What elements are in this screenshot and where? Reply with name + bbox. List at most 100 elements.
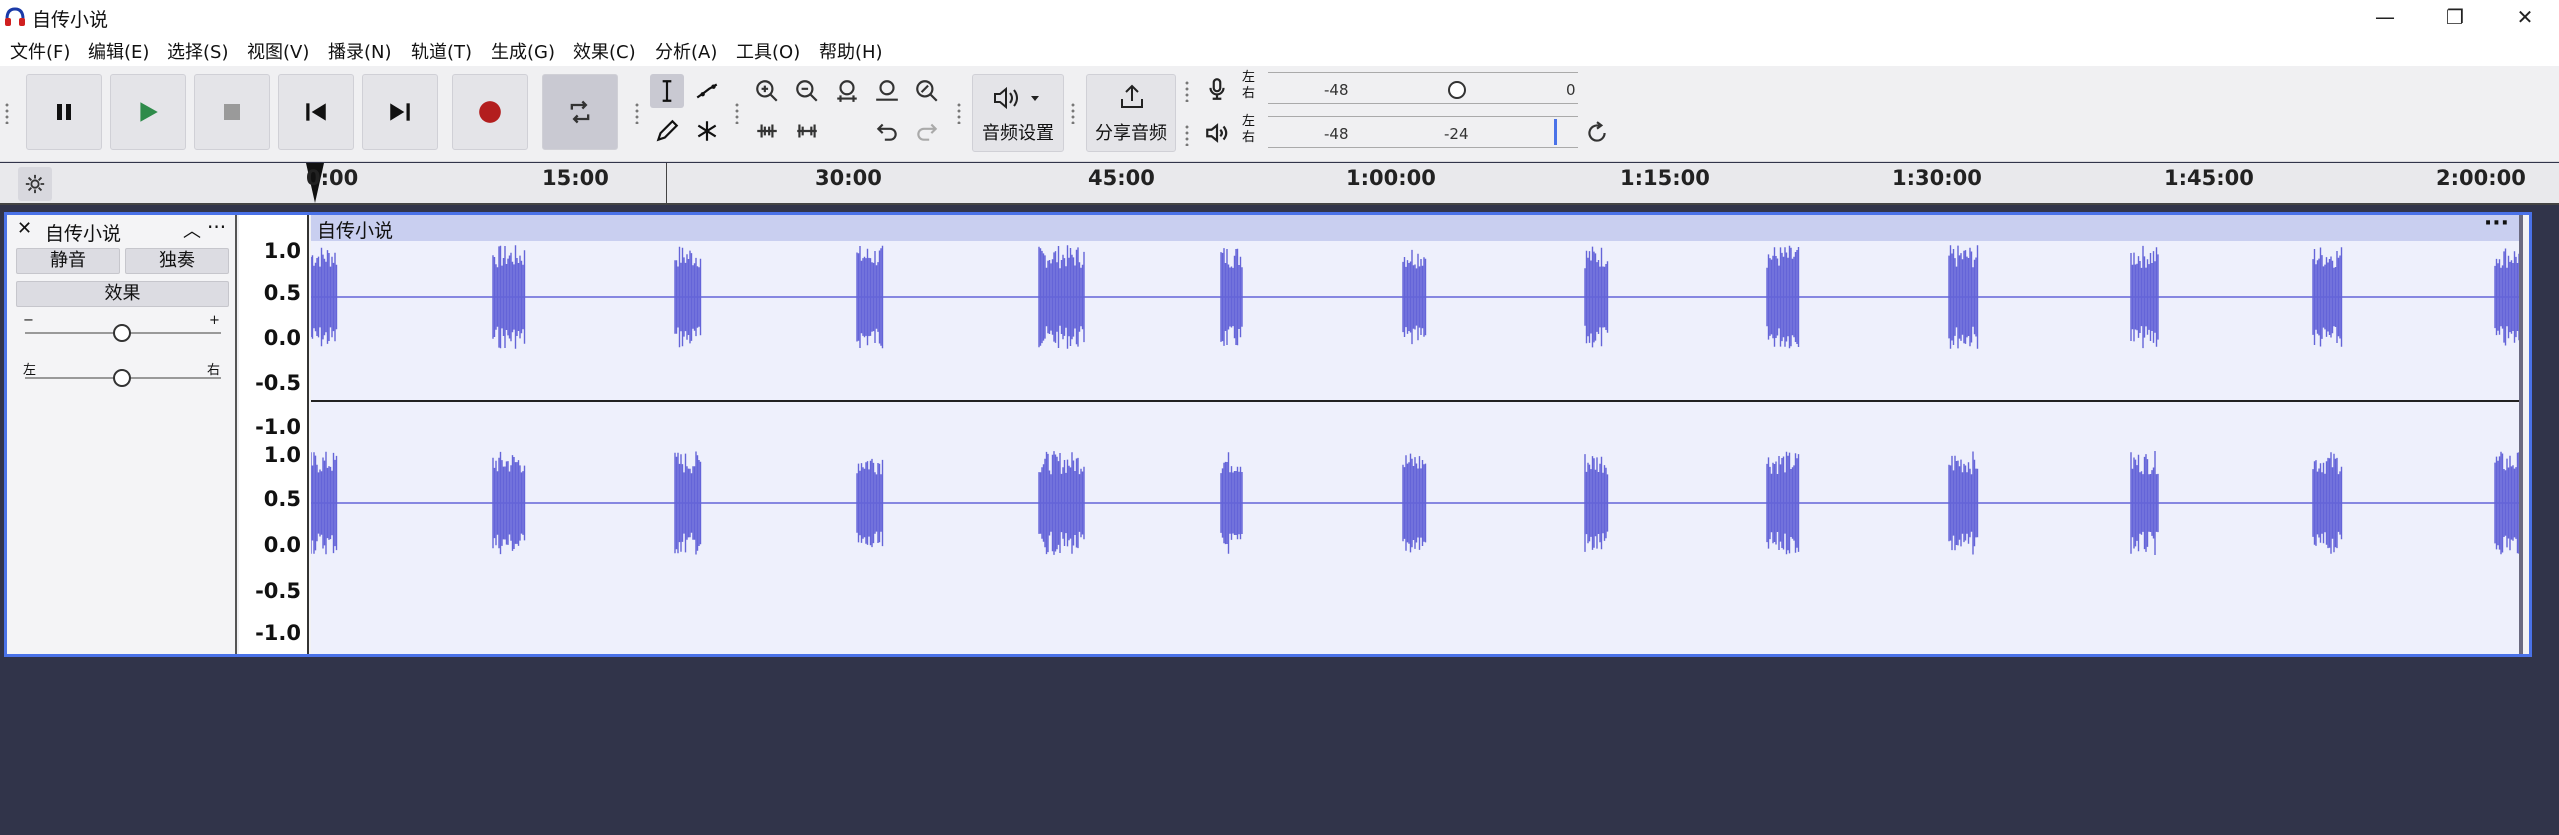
ruler-label: 45:00 xyxy=(1088,166,1155,190)
microphone-icon xyxy=(1209,78,1225,100)
ruler-label: 1:00:00 xyxy=(1346,166,1436,190)
ruler-label: 2:00:00 xyxy=(2436,166,2526,190)
redo-icon xyxy=(917,123,938,141)
menu-help[interactable]: 帮助(H) xyxy=(819,38,883,64)
menu-transport[interactable]: 播录(N) xyxy=(328,38,392,64)
audacity-app-icon xyxy=(5,7,25,26)
play-icon xyxy=(140,102,158,122)
ruler-label: 15:00 xyxy=(542,166,609,190)
left-channel-label: 左 xyxy=(1242,70,1256,85)
waveform-burst xyxy=(2494,248,2519,346)
gain-slider[interactable] xyxy=(25,324,221,342)
menu-tools[interactable]: 工具(O) xyxy=(736,38,800,64)
fit-selection-button[interactable] xyxy=(830,74,864,108)
toolbar-grip[interactable] xyxy=(4,102,10,124)
undo-button[interactable] xyxy=(870,114,904,148)
restore-icon[interactable]: ❐ xyxy=(2420,0,2490,34)
menu-effect[interactable]: 效果(C) xyxy=(573,38,636,64)
record-meter-button[interactable] xyxy=(1200,72,1234,106)
window-title: 自传小说 xyxy=(32,9,109,31)
effects-button[interactable]: 效果 xyxy=(16,281,229,307)
zoom-out-icon xyxy=(796,80,818,102)
menu-file[interactable]: 文件(F) xyxy=(10,38,70,64)
solo-button[interactable]: 独奏 xyxy=(125,248,229,274)
fit-project-button[interactable] xyxy=(870,74,904,108)
audio-setup-label: 音频设置 xyxy=(982,123,1054,144)
clip-menu-icon[interactable]: ··· xyxy=(2484,211,2509,236)
menu-analyze[interactable]: 分析(A) xyxy=(655,38,717,64)
zoom-out-button[interactable] xyxy=(790,74,824,108)
toolbar-grip[interactable] xyxy=(1070,102,1076,124)
audio-setup-button[interactable]: 音频设置 xyxy=(972,74,1064,152)
play-meter-button[interactable] xyxy=(1200,116,1234,150)
meter-options-button[interactable] xyxy=(1580,116,1614,150)
right-channel-label: 右 xyxy=(1242,130,1256,145)
record-icon xyxy=(479,101,501,123)
menu-tracks[interactable]: 轨道(T) xyxy=(411,38,472,64)
clip-name: 自传小说 xyxy=(317,220,394,242)
track-name[interactable]: 自传小说 xyxy=(45,219,121,246)
vertical-scrollbar[interactable] xyxy=(2536,212,2555,657)
pause-icon xyxy=(57,104,71,120)
audio-track[interactable]: ✕ 自传小说 ︿ ··· 静音 独奏 效果 − + 左 右 1.0 0.5 0.… xyxy=(4,211,2532,657)
toolbar-grip[interactable] xyxy=(634,102,640,124)
play-button[interactable] xyxy=(110,74,186,150)
envelope-tool[interactable] xyxy=(690,74,724,108)
record-meter[interactable]: 左右 -48 0 xyxy=(1242,70,1587,106)
meter-slider-knob[interactable] xyxy=(1446,79,1468,101)
gain-minus-label: − xyxy=(23,313,34,328)
close-track-icon[interactable]: ✕ xyxy=(17,218,32,239)
waveform-burst xyxy=(2494,451,2519,555)
skip-to-start-button[interactable] xyxy=(278,74,354,150)
close-icon[interactable]: ✕ xyxy=(2490,0,2559,34)
zoom-selection-icon xyxy=(837,80,857,102)
draw-tool[interactable] xyxy=(650,114,684,148)
scale-label: -1.0 xyxy=(255,415,301,439)
text-cursor-icon xyxy=(662,80,672,102)
playback-meter[interactable]: 左右 -48 -24 xyxy=(1242,114,1587,150)
track-control-panel[interactable]: ✕ 自传小说 ︿ ··· 静音 独奏 效果 − + 左 右 xyxy=(7,215,237,654)
track-menu-icon[interactable]: ··· xyxy=(207,215,226,239)
pause-button[interactable] xyxy=(26,74,102,150)
asterisk-icon xyxy=(697,121,717,141)
menu-edit[interactable]: 编辑(E) xyxy=(88,38,149,64)
timeline-options-button[interactable] xyxy=(18,167,52,201)
toolbar-grip[interactable] xyxy=(734,102,740,124)
zoom-toggle-button[interactable] xyxy=(910,74,944,108)
skip-to-end-button[interactable] xyxy=(362,74,438,150)
selection-tool[interactable] xyxy=(650,74,684,108)
loop-button[interactable] xyxy=(542,74,618,150)
share-audio-button[interactable]: 分享音频 xyxy=(1086,74,1176,152)
zoom-in-button[interactable] xyxy=(750,74,784,108)
minimize-icon[interactable]: — xyxy=(2350,0,2420,34)
menu-view[interactable]: 视图(V) xyxy=(247,38,309,64)
ruler-divider xyxy=(666,163,667,203)
pan-slider[interactable] xyxy=(25,369,221,387)
clip-edge xyxy=(2519,215,2523,654)
ruler-label: 30:00 xyxy=(815,166,882,190)
amplitude-scale[interactable]: 1.0 0.5 0.0 -0.5 -1.0 1.0 0.5 0.0 -0.5 -… xyxy=(239,215,309,654)
trim-outside-button[interactable] xyxy=(750,114,784,148)
silence-selection-button[interactable] xyxy=(790,114,824,148)
clip-header[interactable]: 自传小说 ··· xyxy=(311,211,2519,242)
collapse-icon[interactable]: ︿ xyxy=(183,217,201,243)
mute-button[interactable]: 静音 xyxy=(16,248,120,274)
silence-icon xyxy=(797,124,817,138)
gain-slider-thumb[interactable] xyxy=(113,324,131,342)
toolbar-grip[interactable] xyxy=(1184,80,1190,102)
waveform[interactable] xyxy=(311,241,2519,654)
stop-button[interactable] xyxy=(194,74,270,150)
audio-clip[interactable]: 自传小说 ··· xyxy=(311,211,2519,654)
toolbar-grip[interactable] xyxy=(1184,124,1190,146)
skip-start-icon xyxy=(306,103,326,121)
timeline-ruler[interactable]: 0:00 15:00 30:00 45:00 1:00:00 1:15:00 1… xyxy=(0,163,2559,205)
multi-tool[interactable] xyxy=(690,114,724,148)
menu-generate[interactable]: 生成(G) xyxy=(491,38,555,64)
menu-select[interactable]: 选择(S) xyxy=(167,38,228,64)
redo-button[interactable] xyxy=(910,114,944,148)
pan-left-label: 左 xyxy=(23,363,37,378)
pan-slider-thumb[interactable] xyxy=(113,369,131,387)
toolbar-grip[interactable] xyxy=(956,102,962,124)
scale-label: 0.5 xyxy=(263,281,301,305)
record-button[interactable] xyxy=(452,74,528,150)
